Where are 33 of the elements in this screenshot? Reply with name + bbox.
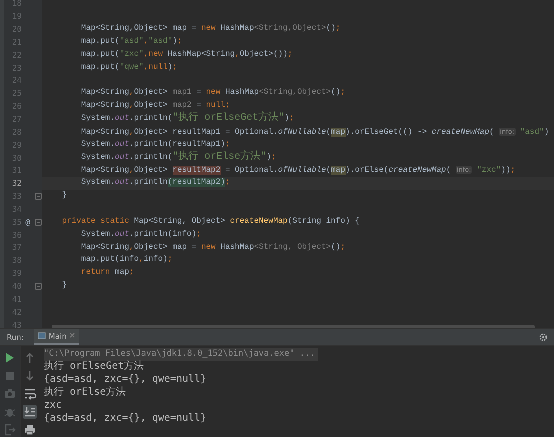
console-output: 执行 orElse方法 [44,386,126,400]
code-line: map.put(info,info); [80,254,173,266]
fold-icon[interactable] [34,218,42,226]
code-line: private static Map<String, Object> createNewMap(String info) { [61,216,360,228]
console-output: {asd=asd, zxc={}, qwe=null} [44,412,207,426]
console-icon [38,332,46,340]
console-output: zxc [44,400,62,413]
settings-icon[interactable] [539,332,548,342]
code-line: } [61,190,68,202]
code-line: System.out.println("执行 orElse方法"); [80,152,276,164]
code-line: System.out.println(resultMap1); [80,138,230,150]
line-number: 32 [11,179,22,188]
code-line: map.put("qwe",null); [80,62,178,74]
code-line: Map<String,Object> map = new HashMap<String,Object>(); [80,23,341,36]
print-icon[interactable] [23,423,37,437]
code-line: Map<String,Object> map1 = new HashMap<String,Object>(); [80,87,346,100]
code-line: return map; [80,267,134,280]
code-line: System.out.println(resultMap2); [80,177,230,190]
code-line: } [61,280,68,292]
console-output: {asd=asd, zxc={}, qwe=null} [44,374,207,386]
code-line: Map<String,Object> map = new HashMap<String, Object>(); [80,242,346,254]
code-line: map.put("asd","asd"); [80,36,182,48]
scroll-to-end-icon[interactable] [23,405,37,419]
close-icon[interactable] [70,332,75,340]
code-line: map.put("zxc",new HashMap<String,Object>()); [80,48,293,61]
fold-icon[interactable] [34,282,42,290]
fold-icon[interactable] [34,193,42,200]
code-line: System.out.println("执行 orElseGet方法"); [80,113,294,126]
code-line: System.out.println(info); [80,228,202,241]
override-marker[interactable]: @ [22,218,34,227]
console-output: 执行 orElseGet方法 [44,360,144,374]
code-line: Map<String,Object> map2 = null; [80,100,230,112]
soft-wrap-icon[interactable] [23,387,37,401]
